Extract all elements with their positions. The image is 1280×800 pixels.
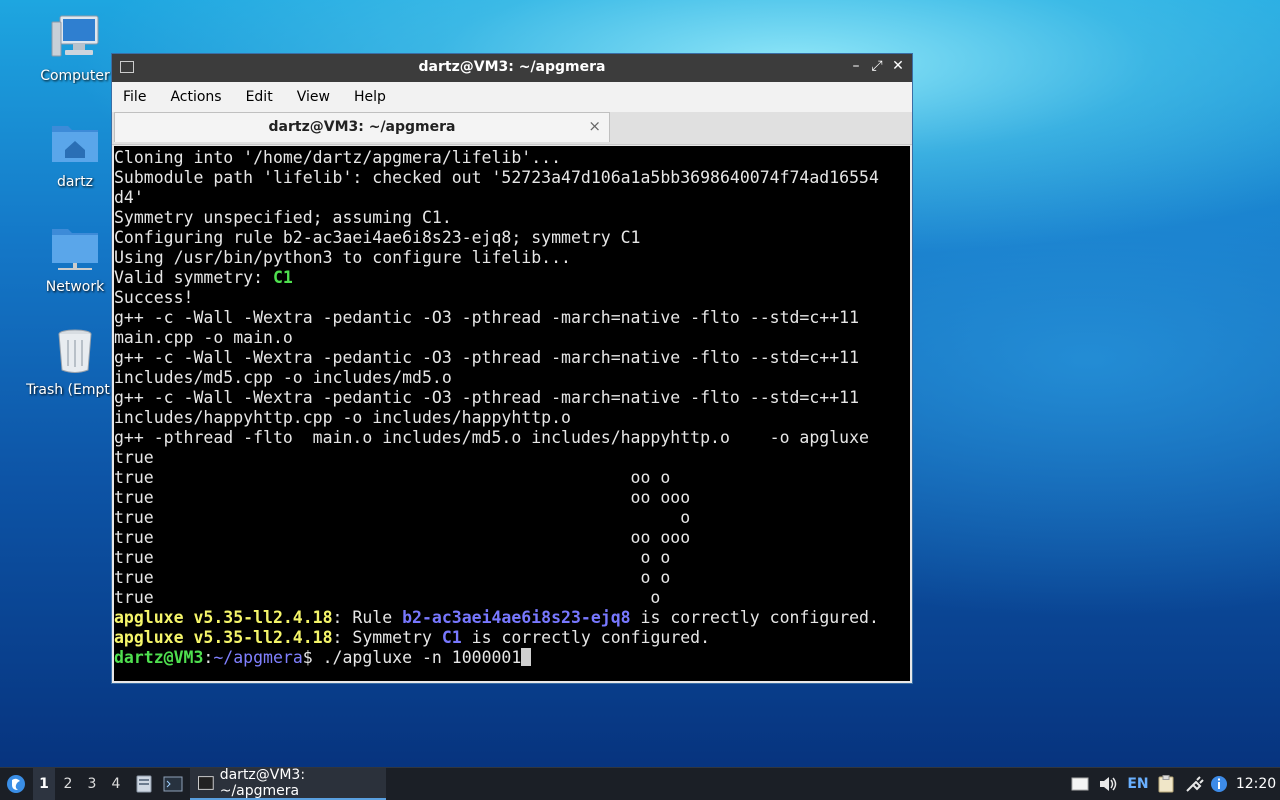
terminal-line: true oo ooo [114,528,691,547]
terminal-line: true o [114,588,661,607]
desktop-icon-label: Network [45,279,105,295]
terminal-line: Submodule path 'lifelib': checked out '5… [114,168,879,187]
terminal-icon [198,776,214,790]
workspace-4[interactable]: 4 [105,768,127,800]
terminal-line: true o o [114,548,671,567]
computer-icon [51,15,99,57]
start-menu-icon [7,775,25,793]
menubar: File Actions Edit View Help [112,82,912,112]
terminal-line: true o [114,508,691,527]
program-name: apgluxe v5.35-ll2.4.18 [114,608,333,627]
desktop-icon-label: Computer [40,68,110,84]
home-folder-icon [52,126,98,162]
volume-tray-icon[interactable] [1096,768,1120,800]
rule-value: b2-ac3aei4ae6i8s23-ejq8 [402,608,631,627]
language-indicator[interactable]: EN [1126,768,1150,800]
terminal-line: includes/happyhttp.cpp -o includes/happy… [114,408,571,427]
file-manager-launcher[interactable] [133,768,155,800]
workspace-3[interactable]: 3 [81,768,103,800]
info-icon [1211,776,1227,792]
workspace-2[interactable]: 2 [57,768,79,800]
terminal-launcher[interactable] [161,768,185,800]
tab-close-icon[interactable]: × [588,117,601,135]
prompt-line[interactable]: dartz@VM3:~/apgmera$ ./apgluxe -n 100000… [114,648,910,668]
symmetry-value: C1 [441,628,462,647]
notes-tray-icon[interactable] [1069,768,1091,800]
symmetry-value: C1 [272,268,293,287]
terminal-line: Valid symmetry: C1 [114,268,910,288]
terminal-line: g++ -c -Wall -Wextra -pedantic -O3 -pthr… [114,308,860,327]
volume-icon [1100,777,1117,791]
terminal-window: dartz@VM3: ~/apgmera – ⤢ ✕ File Actions … [111,53,913,684]
terminal-output[interactable]: Cloning into '/home/dartz/apgmera/lifeli… [114,146,910,681]
terminal-line: Success! [114,288,194,307]
terminal-line: apgluxe v5.35-ll2.4.18: Rule b2-ac3aei4a… [114,608,910,628]
notes-icon [1071,777,1089,791]
menu-actions[interactable]: Actions [163,89,228,105]
terminal-line: Configuring rule b2-ac3aei4ae6i8s23-ejq8… [114,228,641,247]
prompt-user-host: dartz@VM3 [114,648,204,667]
network-folder-icon [52,229,98,270]
tab-bar: dartz@VM3: ~/apgmera × [112,112,912,145]
terminal-line: g++ -c -Wall -Wextra -pedantic -O3 -pthr… [114,348,860,367]
terminal-line: true oo o [114,468,671,487]
desktop-icon-computer[interactable]: Computer [25,14,125,84]
desktop-icon-label: Trash (Empt [26,382,110,398]
maximize-button[interactable]: ⤢ [867,58,887,74]
network-plug-icon [1186,776,1204,792]
terminal-line: true [114,448,154,467]
terminal-cursor [521,648,532,666]
task-title: dartz@VM3: ~/apgmera [219,767,306,799]
tab-title: dartz@VM3: ~/apgmera [268,119,456,135]
taskbar: 1 2 3 4 dartz@VM3: ~/apgmera EN 12:20 [0,767,1280,800]
terminal-line: includes/md5.cpp -o includes/md5.o [114,368,452,387]
command-input[interactable]: ./apgluxe -n 1000001 [313,648,522,667]
desktop-icon-trash[interactable]: Trash (Empt [25,328,125,398]
terminal-text: is correctly configured. [461,628,711,647]
workspace-1[interactable]: 1 [33,768,55,800]
terminal-line: Symmetry unspecified; assuming C1. [114,208,452,227]
prompt-symbol: $ [302,648,313,667]
file-manager-icon [136,775,152,793]
program-name: apgluxe v5.35-ll2.4.18 [114,628,333,647]
terminal-line: g++ -pthread -flto main.o includes/md5.o… [114,428,869,447]
terminal-text: Valid symmetry: [114,268,273,287]
menu-view[interactable]: View [290,89,337,105]
terminal-text: : Rule [332,608,403,627]
menu-edit[interactable]: Edit [239,89,280,105]
window-titlebar[interactable]: dartz@VM3: ~/apgmera – ⤢ ✕ [112,54,912,82]
clipboard-tray-icon[interactable] [1155,768,1177,800]
desktop-icon-network[interactable]: Network [25,225,125,295]
prompt-path: ~/apgmera [213,648,303,667]
tab-terminal[interactable]: dartz@VM3: ~/apgmera × [114,112,610,142]
desktop-icon-home[interactable]: dartz [25,120,125,190]
terminal-line: d4' [114,188,144,207]
start-menu-button[interactable] [2,768,30,800]
taskbar-task-terminal[interactable]: dartz@VM3: ~/apgmera [190,767,386,800]
notification-tray-icon[interactable] [1208,768,1230,800]
close-button[interactable]: ✕ [888,58,908,74]
network-tray-icon[interactable] [1182,768,1206,800]
terminal-line: g++ -c -Wall -Wextra -pedantic -O3 -pthr… [114,388,860,407]
clock[interactable]: 12:20 [1234,768,1278,800]
terminal-line: true oo ooo [114,488,691,507]
terminal-line: main.cpp -o main.o [114,328,293,347]
terminal-launcher-icon [163,776,183,792]
menu-help[interactable]: Help [347,89,393,105]
terminal-line: Cloning into '/home/dartz/apgmera/lifeli… [114,148,562,167]
terminal-text: : Symmetry [332,628,442,647]
terminal-text: is correctly configured. [630,608,879,627]
menu-file[interactable]: File [116,89,153,105]
minimize-button[interactable]: – [846,58,866,74]
prompt-separator: : [203,648,214,667]
trash-icon [58,329,92,373]
terminal-line: true o o [114,568,671,587]
terminal-line: apgluxe v5.35-ll2.4.18: Symmetry C1 is c… [114,628,910,648]
terminal-line: Using /usr/bin/python3 to configure life… [114,248,571,267]
window-title: dartz@VM3: ~/apgmera [418,59,606,75]
clipboard-icon [1158,775,1174,793]
desktop-icon-label: dartz [56,174,94,190]
